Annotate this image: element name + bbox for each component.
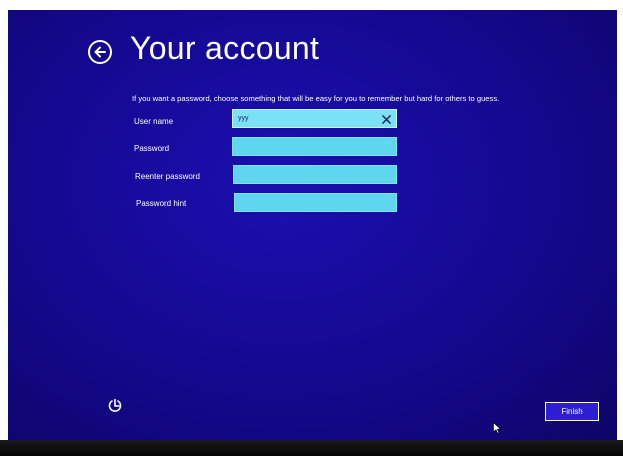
password-hint-label: Password hint (136, 199, 187, 208)
page-title: Your account (130, 30, 320, 66)
back-button[interactable] (88, 40, 112, 64)
reenter-password-field[interactable] (233, 165, 397, 184)
monitor-bezel (0, 440, 623, 456)
password-hint-field[interactable] (234, 193, 397, 212)
ease-of-access-button[interactable] (107, 398, 123, 414)
finish-button[interactable]: Finish (545, 402, 599, 421)
username-value: yyy (238, 115, 249, 122)
password-field[interactable] (232, 137, 397, 156)
password-label: Password (134, 144, 170, 153)
back-arrow-icon (94, 46, 106, 58)
mouse-pointer-icon (493, 422, 501, 434)
setup-screen: Your account If you want a password, cho… (8, 10, 617, 442)
close-icon (381, 114, 391, 124)
username-label: User name (134, 117, 174, 126)
username-field[interactable]: yyy (232, 109, 397, 128)
reenter-password-label: Reenter password (135, 172, 200, 181)
clear-input-button[interactable] (380, 113, 392, 125)
instructions-text: If you want a password, choose something… (132, 94, 500, 103)
ease-of-access-icon (108, 398, 122, 412)
